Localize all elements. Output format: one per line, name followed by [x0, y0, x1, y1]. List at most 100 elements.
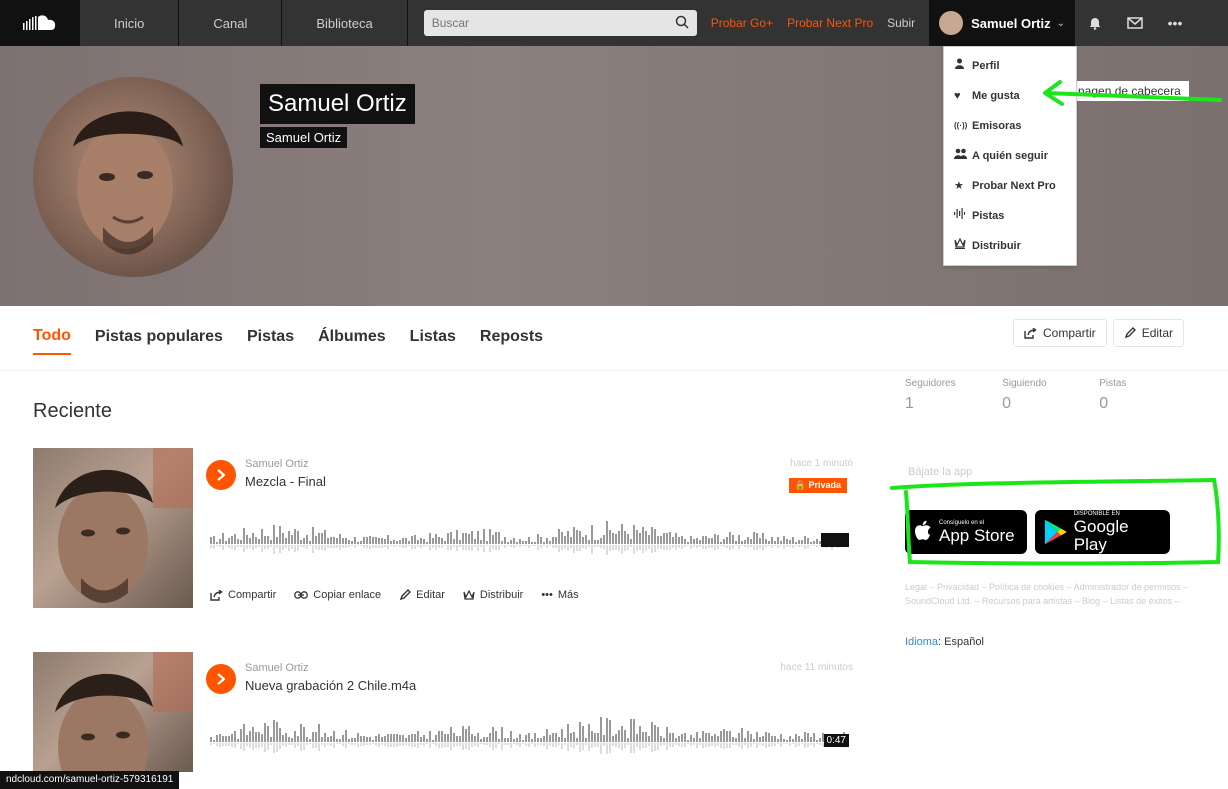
track-waveform[interactable] [210, 516, 850, 560]
language-selector[interactable]: Idioma: Español [905, 636, 984, 648]
nav-library[interactable]: Biblioteca [282, 0, 408, 46]
tab-albums[interactable]: Álbumes [318, 328, 386, 354]
nav-home[interactable]: Inicio [80, 0, 180, 46]
track-more-button[interactable]: ••• Más [541, 589, 578, 601]
waveform-bar-reflection [606, 743, 608, 754]
dropdown-item-likes[interactable]: ♥ Me gusta [944, 81, 1076, 111]
waveform-bar [690, 536, 692, 544]
waveform-bar-reflection [552, 545, 554, 548]
tab-tracks[interactable]: Pistas [247, 328, 294, 354]
dropdown-item-next-pro[interactable]: ★ Probar Next Pro [944, 171, 1076, 201]
waveform-bar [357, 733, 359, 742]
waveform-bar-reflection [252, 743, 254, 750]
waveform-bar-reflection [381, 545, 383, 548]
waveform-bar-reflection [483, 545, 485, 552]
app-store-button[interactable]: Consíguelo en el App Store [905, 510, 1027, 554]
waveform-bar-reflection [792, 545, 794, 548]
waveform-bar [483, 737, 485, 742]
try-next-pro-link[interactable]: Probar Next Pro [787, 16, 873, 30]
waveform-bar [396, 541, 398, 544]
waveform-bar [726, 731, 728, 742]
messages-button[interactable] [1115, 0, 1155, 46]
tab-all[interactable]: Todo [33, 327, 71, 355]
copy-link-label: Copiar enlace [313, 589, 382, 601]
profile-avatar[interactable] [33, 77, 233, 277]
search-box[interactable] [423, 10, 697, 36]
footer-links[interactable]: Legal – Privacidad – Política de cookies… [905, 580, 1190, 608]
copy-link-button[interactable]: Copiar enlace [294, 589, 381, 601]
waveform-bar [579, 531, 581, 544]
tab-playlists[interactable]: Listas [410, 328, 456, 354]
soundcloud-logo[interactable] [0, 0, 80, 46]
user-dropdown-menu: Perfil ♥ Me gusta ((·)) Emisoras A quién… [943, 46, 1077, 266]
waveform-bar-reflection [576, 743, 578, 745]
dropdown-item-stations[interactable]: ((·)) Emisoras [944, 111, 1076, 141]
dropdown-item-distribute[interactable]: Distribuir [944, 231, 1076, 261]
waveform-bar [471, 531, 473, 544]
waveform-bar [636, 734, 638, 742]
track-edit-button[interactable]: Editar [399, 589, 445, 601]
profile-edit-button[interactable]: Editar [1112, 319, 1185, 347]
stat-followers[interactable]: Seguidores 1 [905, 378, 1002, 413]
profile-tabs: Todo Pistas populares Pistas Álbumes Lis… [33, 327, 567, 355]
waveform-bar [216, 542, 218, 544]
waveform-bar [600, 538, 602, 544]
nav-stream[interactable]: Canal [179, 0, 283, 46]
track-distribute-button[interactable]: Distribuir [463, 589, 523, 601]
upload-link[interactable]: Subir [887, 16, 915, 30]
waveform-bar-reflection [450, 743, 452, 750]
profile-share-button[interactable]: Compartir [1013, 319, 1107, 347]
waveform-bar-reflection [723, 743, 725, 749]
stat-value: 1 [905, 395, 914, 412]
waveform-bar-reflection [237, 545, 239, 547]
track-waveform[interactable] [210, 714, 850, 758]
waveform-bar-reflection [381, 743, 383, 745]
waveform-bar-reflection [321, 743, 323, 745]
waveform-bar [546, 729, 548, 742]
track-user[interactable]: Samuel Ortiz [245, 662, 309, 674]
track-title[interactable]: Mezcla - Final [245, 474, 326, 489]
waveform-bar-reflection [342, 545, 344, 548]
apple-icon [915, 520, 931, 540]
dropdown-item-who-to-follow[interactable]: A quién seguir [944, 141, 1076, 171]
waveform-bar [369, 737, 371, 742]
user-menu-toggle[interactable]: Samuel Ortiz ⌄ [929, 0, 1075, 46]
dropdown-item-profile[interactable]: Perfil [944, 51, 1076, 81]
track-user[interactable]: Samuel Ortiz [245, 458, 309, 470]
track-share-button[interactable]: Compartir [210, 589, 276, 601]
waveform-bar [315, 732, 317, 742]
stat-following[interactable]: Siguiendo 0 [1002, 378, 1099, 413]
waveform-bar-reflection [756, 743, 758, 748]
play-button[interactable] [206, 664, 236, 694]
tab-popular-tracks[interactable]: Pistas populares [95, 328, 223, 354]
waveform-bar [768, 733, 770, 742]
waveform-bar [354, 738, 356, 742]
waveform-bar-reflection [306, 545, 308, 549]
upload-header-image-button[interactable]: nagen de cabecera [1070, 81, 1189, 101]
waveform-bar-reflection [675, 545, 677, 550]
tab-reposts[interactable]: Reposts [480, 328, 543, 354]
more-options-button[interactable]: ••• [1155, 0, 1195, 46]
try-go-plus-link[interactable]: Probar Go+ [711, 16, 773, 30]
waveform-bar-reflection [249, 743, 251, 748]
track-artwork[interactable] [33, 652, 193, 772]
waveform-bar-reflection [552, 743, 554, 747]
waveform-bar-reflection [243, 743, 245, 751]
track-artwork[interactable] [33, 448, 193, 608]
dropdown-item-tracks[interactable]: Pistas [944, 201, 1076, 231]
waveform-bar-reflection [294, 545, 296, 552]
notifications-button[interactable] [1075, 0, 1115, 46]
search-input[interactable] [431, 16, 689, 30]
waveform-bar [240, 729, 242, 742]
google-play-button[interactable]: DISPONIBLE EN Google Play [1035, 510, 1170, 554]
waveform-bar [270, 737, 272, 742]
waveform-bar [261, 734, 263, 742]
track-title[interactable]: Nueva grabación 2 Chile.m4a [245, 678, 416, 693]
waveform-bar [810, 737, 812, 742]
play-button[interactable] [206, 460, 236, 490]
waveform-bar [765, 732, 767, 742]
waveform-bar-reflection [705, 545, 707, 549]
waveform-bar-reflection [603, 743, 605, 746]
stat-tracks[interactable]: Pistas 0 [1099, 378, 1145, 413]
search-icon[interactable] [675, 15, 689, 29]
